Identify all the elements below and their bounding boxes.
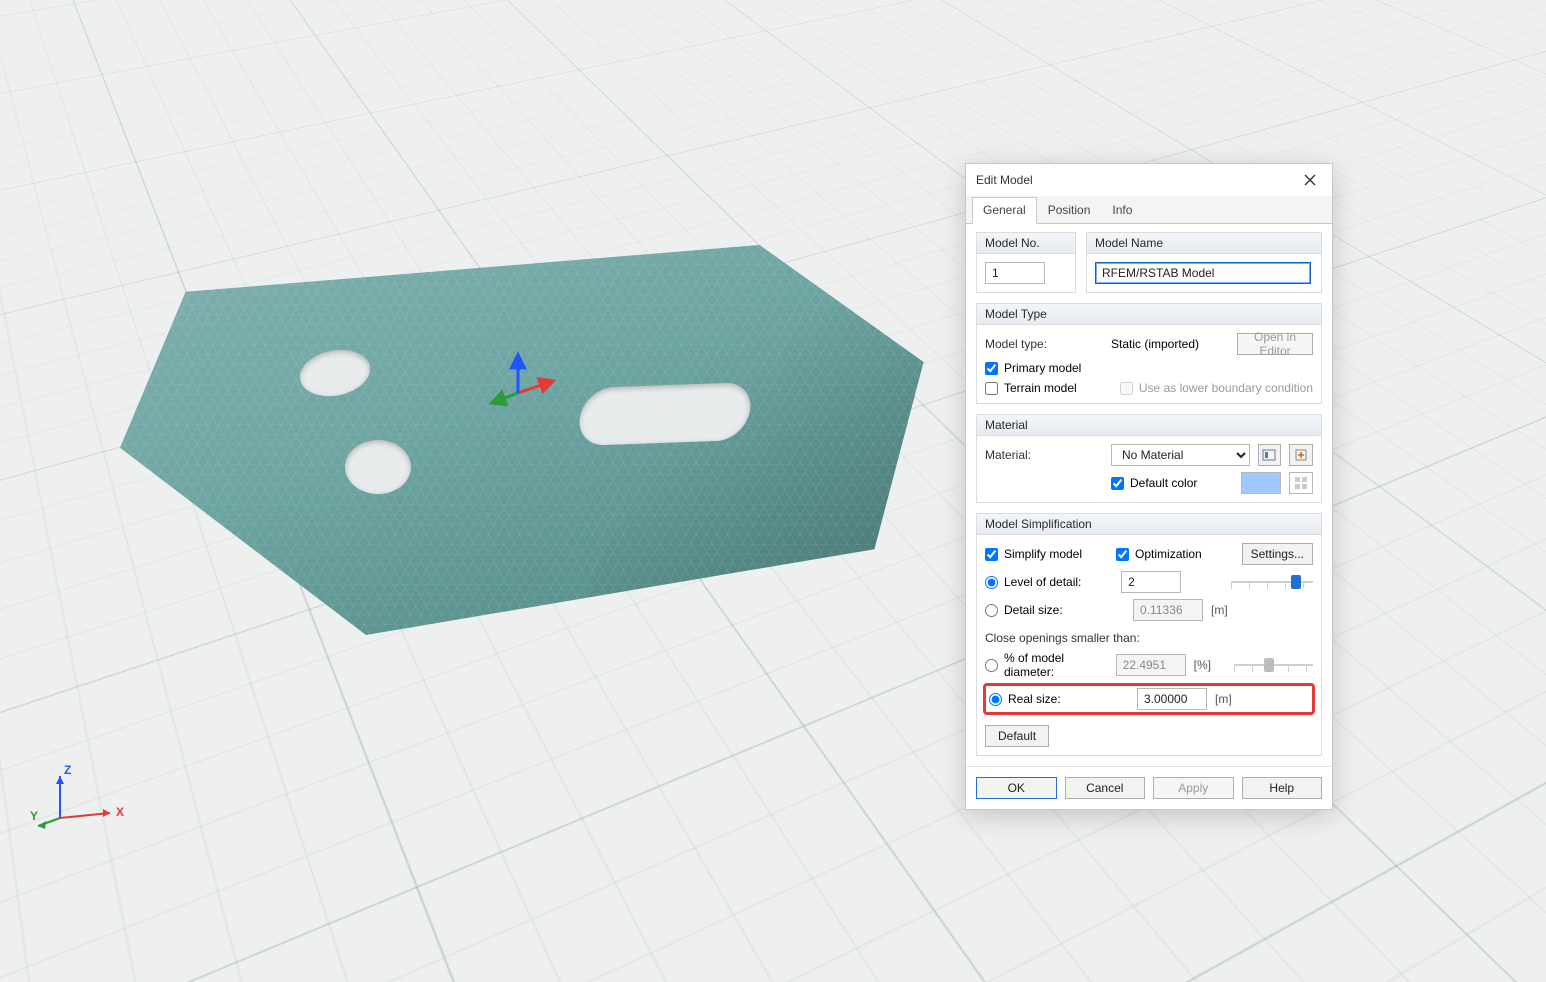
pct-diameter-radio[interactable]: % of model diameter: bbox=[985, 651, 1108, 679]
tab-general[interactable]: General bbox=[972, 197, 1037, 224]
group-model-type: Model Type Model type: Static (imported)… bbox=[976, 303, 1322, 404]
model-hole bbox=[345, 440, 411, 494]
material-select[interactable]: No Material bbox=[1111, 444, 1250, 466]
detail-size-unit: [m] bbox=[1211, 603, 1239, 617]
library-icon bbox=[1262, 448, 1276, 462]
lower-boundary-checkbox[interactable]: Use as lower boundary condition bbox=[1120, 381, 1313, 395]
tab-position[interactable]: Position bbox=[1037, 197, 1102, 224]
detail-size-input[interactable] bbox=[1133, 599, 1203, 621]
group-model-type-header: Model Type bbox=[977, 304, 1321, 325]
color-picker-button[interactable] bbox=[1289, 472, 1313, 494]
pct-diameter-input[interactable] bbox=[1116, 654, 1186, 676]
default-button[interactable]: Default bbox=[985, 725, 1049, 747]
group-material-header: Material bbox=[977, 415, 1321, 436]
optimization-checkbox[interactable]: Optimization bbox=[1116, 547, 1202, 561]
open-in-editor-button[interactable]: Open in Editor bbox=[1237, 333, 1313, 355]
group-model-no-header: Model No. bbox=[977, 233, 1075, 254]
primary-model-checkbox[interactable]: Primary model bbox=[985, 361, 1313, 375]
group-simplification: Model Simplification Simplify model Opti… bbox=[976, 513, 1322, 756]
model-type-label: Model type: bbox=[985, 337, 1103, 351]
lod-radio[interactable]: Level of detail: bbox=[985, 575, 1113, 589]
material-library-button[interactable] bbox=[1258, 444, 1282, 466]
group-simplification-header: Model Simplification bbox=[977, 514, 1321, 535]
real-size-input[interactable] bbox=[1137, 688, 1207, 710]
lod-input[interactable] bbox=[1121, 571, 1181, 593]
real-size-radio[interactable]: Real size: bbox=[989, 692, 1129, 706]
material-new-button[interactable] bbox=[1289, 444, 1313, 466]
ok-button[interactable]: OK bbox=[976, 777, 1057, 799]
pct-slider[interactable] bbox=[1234, 656, 1313, 674]
apply-button[interactable]: Apply bbox=[1153, 777, 1234, 799]
model-type-value: Static (imported) bbox=[1111, 337, 1221, 351]
pct-unit: [%] bbox=[1194, 658, 1219, 672]
real-size-unit: [m] bbox=[1215, 692, 1243, 706]
new-material-icon bbox=[1294, 448, 1308, 462]
dialog-titlebar[interactable]: Edit Model bbox=[966, 164, 1332, 196]
detail-size-radio[interactable]: Detail size: bbox=[985, 603, 1125, 617]
model-no-input[interactable] bbox=[985, 262, 1045, 284]
edit-model-dialog: Edit Model General Position Info Model N… bbox=[965, 163, 1333, 810]
model-hole bbox=[575, 382, 755, 446]
lod-slider[interactable] bbox=[1231, 573, 1313, 591]
close-icon[interactable] bbox=[1296, 170, 1324, 190]
settings-button[interactable]: Settings... bbox=[1242, 543, 1313, 565]
tab-info[interactable]: Info bbox=[1101, 197, 1143, 224]
cancel-button[interactable]: Cancel bbox=[1065, 777, 1146, 799]
group-material: Material Material: No Material bbox=[976, 414, 1322, 503]
model-name-input[interactable] bbox=[1095, 262, 1311, 284]
color-swatch[interactable] bbox=[1241, 472, 1281, 494]
palette-icon bbox=[1294, 476, 1308, 490]
model-hole bbox=[298, 348, 373, 399]
real-size-row-highlight: Real size: [m] bbox=[985, 685, 1313, 713]
dialog-tabs: General Position Info bbox=[966, 196, 1332, 224]
material-label: Material: bbox=[985, 448, 1103, 462]
dialog-footer: OK Cancel Apply Help bbox=[966, 766, 1332, 809]
default-color-checkbox[interactable]: Default color bbox=[1111, 476, 1197, 490]
close-openings-label: Close openings smaller than: bbox=[985, 631, 1140, 645]
group-model-name-header: Model Name bbox=[1087, 233, 1321, 254]
terrain-model-checkbox[interactable]: Terrain model bbox=[985, 381, 1077, 395]
dialog-title: Edit Model bbox=[976, 173, 1033, 187]
help-button[interactable]: Help bbox=[1242, 777, 1323, 799]
simplify-checkbox[interactable]: Simplify model bbox=[985, 547, 1082, 561]
